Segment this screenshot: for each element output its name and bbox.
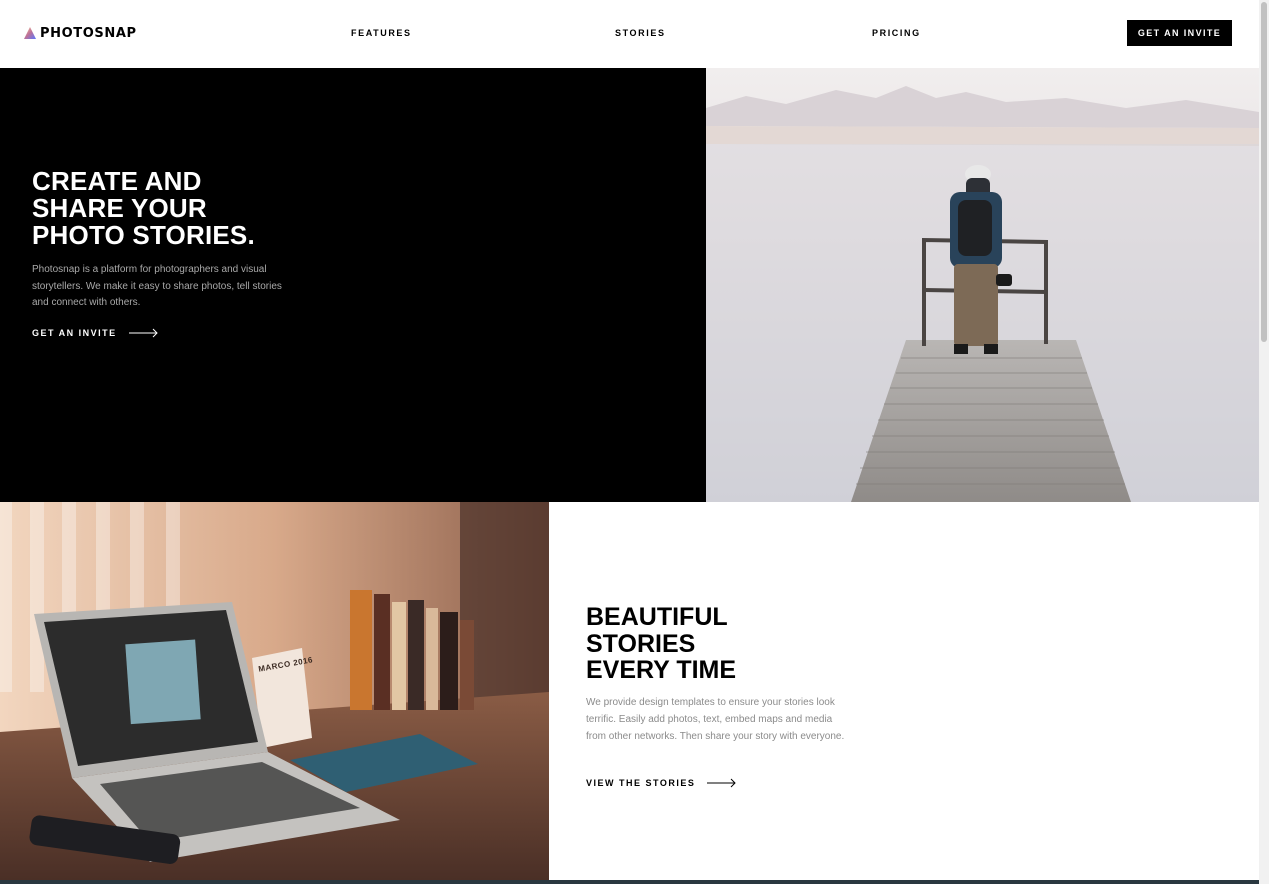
view-stories-label: VIEW THE STORIES bbox=[586, 778, 696, 788]
laptop-desk-image bbox=[0, 502, 549, 880]
hero-photo-pier bbox=[706, 68, 1259, 502]
site-header: PHOTOSNAP FEATURES STORIES PRICING GET A… bbox=[0, 0, 1259, 68]
page-scrollbar-thumb[interactable] bbox=[1261, 2, 1267, 342]
hero-get-invite-link[interactable]: GET AN INVITE bbox=[32, 328, 159, 338]
brand-logo[interactable]: PHOTOSNAP bbox=[24, 25, 137, 41]
hero-title: CREATE AND SHARE YOUR PHOTO STORIES. bbox=[32, 168, 332, 249]
hero-description: Photosnap is a platform for photographer… bbox=[32, 264, 282, 308]
stories-title-line: BEAUTIFUL bbox=[586, 603, 728, 631]
nav-link-features[interactable]: FEATURES bbox=[351, 28, 412, 38]
hero-title-line: CREATE AND bbox=[32, 166, 202, 196]
stories-description: We provide design templates to ensure yo… bbox=[586, 697, 845, 742]
stories-title-line: STORIES bbox=[586, 629, 696, 658]
view-stories-link[interactable]: VIEW THE STORIES bbox=[586, 778, 737, 788]
hero-cta-label: GET AN INVITE bbox=[32, 328, 117, 338]
nav-link-pricing[interactable]: PRICING bbox=[872, 28, 921, 38]
brand-name: PHOTOSNAP bbox=[40, 25, 137, 41]
stories-title-line: EVERY TIME bbox=[586, 656, 737, 684]
hero-title-line: SHARE YOUR bbox=[32, 193, 207, 223]
get-invite-button[interactable]: GET AN INVITE bbox=[1127, 20, 1232, 46]
arrow-right-icon bbox=[128, 328, 158, 338]
stories-title: BEAUTIFUL STORIES EVERY TIME bbox=[586, 604, 886, 684]
arrow-right-icon bbox=[707, 778, 737, 788]
logo-triangle-icon bbox=[24, 27, 36, 39]
nav-link-stories[interactable]: STORIES bbox=[615, 28, 666, 38]
desk-photo-laptop: MARCO 2016 bbox=[0, 502, 549, 880]
next-section-edge bbox=[0, 880, 1259, 884]
pier-landscape-image bbox=[706, 68, 1259, 502]
hero-title-line: PHOTO STORIES. bbox=[32, 220, 255, 250]
